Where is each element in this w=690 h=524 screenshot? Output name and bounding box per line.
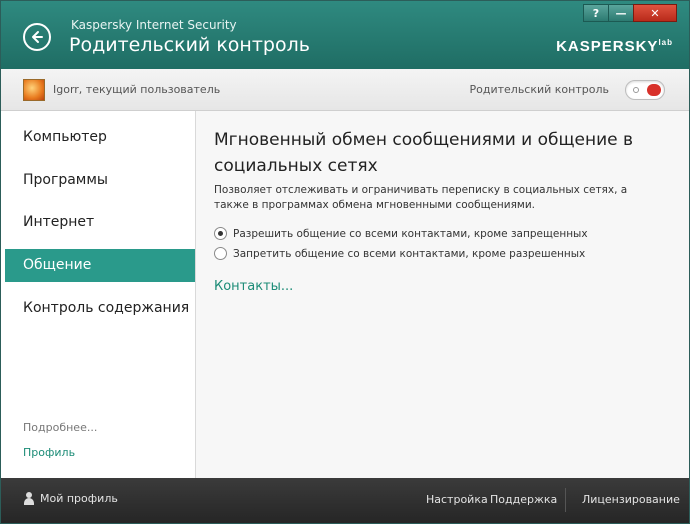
title-bar: Kaspersky Internet Security Родительский… [1, 1, 689, 69]
section-title: Мгновенный обмен сообщениями и общение в… [214, 130, 634, 176]
window-controls: ? — ✕ [583, 4, 677, 22]
help-button[interactable]: ? [583, 4, 609, 22]
option-deny-radio[interactable] [214, 247, 227, 260]
toggle-knob [647, 84, 661, 96]
option-allow-radio[interactable] [214, 227, 227, 240]
option-deny-label: Запретить общение со всеми контактами, к… [233, 247, 586, 260]
option-deny-row[interactable]: Запретить общение со всеми контактами, к… [214, 247, 585, 260]
sidebar: Компьютер Программы Интернет Общение Кон… [1, 111, 196, 478]
close-button[interactable]: ✕ [633, 4, 677, 22]
my-profile-label: Мой профиль [40, 492, 118, 505]
kaspersky-logo: KASPERSKYlab [556, 38, 673, 55]
sidebar-item-content-control[interactable]: Контроль содержания [5, 292, 195, 325]
sidebar-item-programs[interactable]: Программы [5, 164, 195, 197]
back-button[interactable] [23, 23, 51, 51]
logo-mark: lab [658, 38, 673, 47]
user-bar: Igorr, текущий пользователь Родительский… [1, 69, 689, 111]
more-link[interactable]: Подробнее... [23, 421, 97, 434]
settings-link[interactable]: Настройка [426, 493, 488, 506]
sidebar-item-communication[interactable]: Общение [5, 249, 195, 282]
profile-link[interactable]: Профиль [23, 446, 75, 459]
current-user-label: Igorr, текущий пользователь [53, 83, 221, 96]
sidebar-item-computer[interactable]: Компьютер [5, 121, 195, 154]
bottom-bar: Мой профиль Настройка Поддержка Лицензир… [1, 478, 689, 523]
logo-text: KASPERSKY [556, 38, 659, 55]
avatar[interactable] [23, 79, 45, 101]
main-content: Мгновенный обмен сообщениями и общение в… [196, 111, 689, 478]
sidebar-item-internet[interactable]: Интернет [5, 206, 195, 239]
option-allow-row[interactable]: Разрешить общение со всеми контактами, к… [214, 227, 588, 240]
page-heading: Родительский контроль [69, 34, 310, 56]
app-window: Kaspersky Internet Security Родительский… [0, 0, 690, 524]
footer-divider [565, 488, 566, 512]
contacts-link[interactable]: Контакты... [214, 279, 293, 294]
option-allow-label: Разрешить общение со всеми контактами, к… [233, 227, 588, 240]
toggle-off-indicator [633, 87, 639, 93]
minimize-button[interactable]: — [608, 4, 634, 22]
my-profile-link[interactable]: Мой профиль [23, 492, 118, 505]
support-link[interactable]: Поддержка [490, 493, 557, 506]
licensing-link[interactable]: Лицензирование [582, 493, 680, 506]
person-icon [23, 492, 35, 505]
app-name: Kaspersky Internet Security [71, 18, 237, 32]
parental-control-label: Родительский контроль [469, 83, 610, 96]
parental-control-toggle[interactable] [625, 80, 665, 100]
arrow-left-icon [32, 31, 43, 43]
section-description: Позволяет отслеживать и ограничивать пер… [214, 184, 628, 211]
